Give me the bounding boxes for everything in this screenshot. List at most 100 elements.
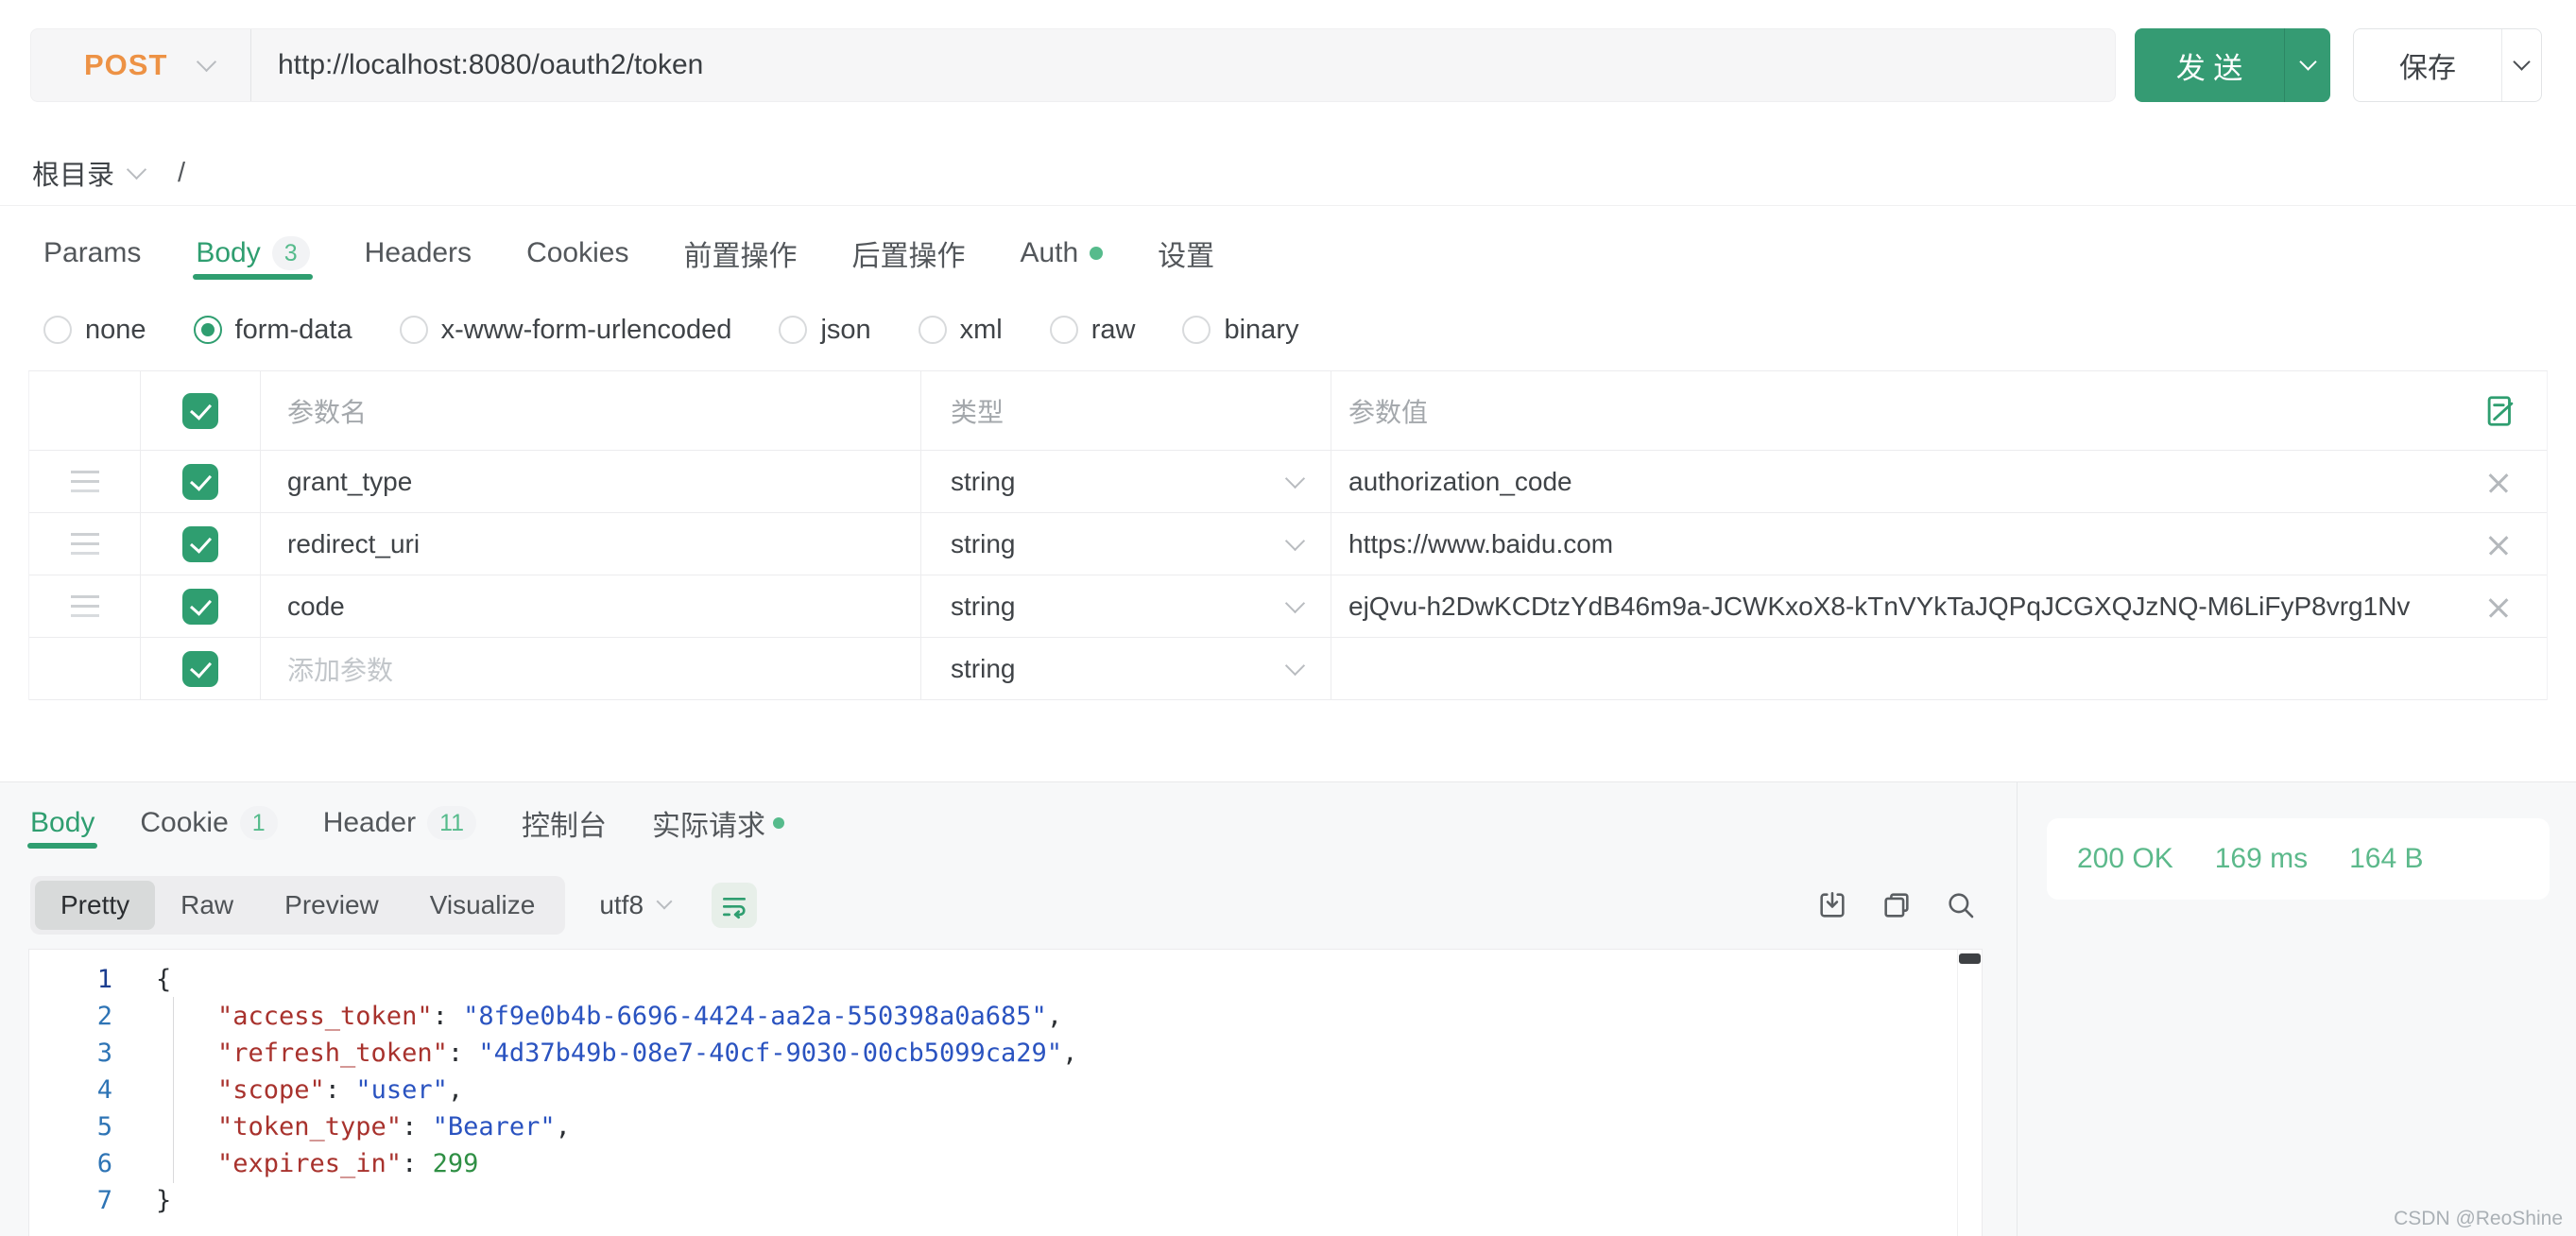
auth-status-dot — [1090, 247, 1103, 260]
add-param-placeholder: 添加参数 — [287, 650, 393, 688]
param-type-select[interactable]: string — [921, 575, 1331, 637]
radio-x-www-form-urlencoded[interactable]: x-www-form-urlencoded — [400, 315, 732, 346]
encoding-select[interactable]: utf8 — [599, 890, 670, 920]
json-colon: : — [402, 1149, 433, 1178]
json-key: "scope" — [217, 1075, 325, 1105]
view-pretty-button[interactable]: Pretty — [35, 881, 155, 930]
drag-handle-icon[interactable] — [71, 533, 99, 555]
scrollbar-thumb[interactable] — [1959, 953, 1981, 964]
tab-post-operations[interactable]: 后置操作 — [851, 227, 965, 280]
body-type-selector: none form-data x-www-form-urlencoded jso… — [43, 302, 1298, 357]
tab-headers[interactable]: Headers — [365, 227, 472, 280]
send-button[interactable]: 发 送 — [2135, 28, 2284, 102]
bulk-edit-icon[interactable] — [2482, 393, 2518, 429]
code-text: "refresh_token": "4d37b49b-08e7-40cf-903… — [112, 1035, 1077, 1072]
code-text: { — [112, 961, 171, 998]
save-dropdown-button[interactable] — [2501, 29, 2541, 101]
param-type-select[interactable]: string — [921, 638, 1331, 699]
remove-row-icon[interactable] — [2484, 592, 2513, 621]
tab-headers-label: Headers — [365, 237, 472, 269]
response-tab-console[interactable]: 控制台 — [522, 798, 607, 849]
response-tab-actual-request-label: 实际请求 — [652, 802, 765, 844]
response-tab-body[interactable]: Body — [30, 798, 94, 849]
tab-body[interactable]: Body 3 — [196, 227, 309, 280]
response-tab-actual-request[interactable]: 实际请求 — [652, 798, 784, 849]
url-row: POST http://localhost:8080/oauth2/token … — [30, 28, 2542, 102]
row-checkbox[interactable] — [182, 589, 218, 625]
code-text: "expires_in": 299 — [112, 1145, 478, 1182]
params-table: 参数名 类型 参数值 — [28, 370, 2548, 700]
tab-cookies[interactable]: Cookies — [526, 227, 628, 280]
word-wrap-button[interactable] — [712, 883, 757, 928]
param-name-cell[interactable]: code — [261, 575, 921, 637]
word-wrap-icon — [719, 890, 749, 920]
copy-icon[interactable] — [1880, 889, 1913, 921]
param-type-select[interactable]: string — [921, 513, 1331, 575]
param-name-cell[interactable]: grant_type — [261, 451, 921, 512]
radio-binary-label: binary — [1224, 315, 1298, 346]
code-line: 2"access_token": "8f9e0b4b-6696-4424-aa2… — [29, 998, 1982, 1035]
download-icon[interactable] — [1816, 889, 1848, 921]
response-tab-cookie[interactable]: Cookie 1 — [140, 798, 277, 849]
view-preview-button[interactable]: Preview — [259, 881, 404, 930]
param-value-cell[interactable]: ejQvu-h2DwKCDtzYdB46m9a-JCWKxoX8-kTnVYkT… — [1331, 575, 2547, 637]
remove-row-icon[interactable] — [2484, 530, 2513, 558]
row-checkbox[interactable] — [182, 526, 218, 562]
send-dropdown-button[interactable] — [2284, 28, 2330, 102]
method-select[interactable]: POST — [31, 29, 250, 101]
radio-xml[interactable]: xml — [919, 315, 1003, 346]
tab-auth[interactable]: Auth — [1020, 227, 1103, 280]
radio-form-data[interactable]: form-data — [194, 315, 352, 346]
drag-cell — [29, 638, 141, 699]
radio-xml-label: xml — [960, 315, 1003, 346]
radio-icon — [1182, 316, 1211, 344]
radio-raw-label: raw — [1091, 315, 1136, 346]
drag-handle-icon[interactable] — [71, 595, 99, 617]
row-checkbox[interactable] — [182, 464, 218, 500]
param-type-select[interactable]: string — [921, 451, 1331, 512]
remove-row-icon[interactable] — [2484, 468, 2513, 496]
param-value-cell[interactable] — [1331, 638, 2547, 699]
add-param-cell[interactable]: 添加参数 — [261, 638, 921, 699]
response-tab-console-label: 控制台 — [522, 802, 607, 844]
view-raw-button[interactable]: Raw — [155, 881, 259, 930]
breadcrumb-root-select[interactable]: 根目录 — [32, 153, 144, 193]
chevron-down-icon — [1285, 592, 1305, 612]
scrollbar-track[interactable] — [1957, 950, 1982, 1236]
param-value-cell[interactable]: https://www.baidu.com — [1331, 513, 2547, 575]
search-icon[interactable] — [1945, 889, 1977, 921]
actual-request-status-dot — [773, 817, 784, 829]
response-tab-header[interactable]: Header 11 — [323, 798, 476, 849]
radio-raw[interactable]: raw — [1050, 315, 1136, 346]
checkbox-cell — [141, 575, 261, 637]
view-visualize-button[interactable]: Visualize — [404, 881, 561, 930]
line-number: 1 — [29, 961, 112, 998]
column-header-value: 参数值 — [1331, 371, 2547, 450]
tab-params[interactable]: Params — [43, 227, 141, 280]
param-type: string — [951, 654, 1015, 684]
row-checkbox[interactable] — [182, 651, 218, 687]
breadcrumb: 根目录 / — [32, 153, 185, 193]
tab-settings[interactable]: 设置 — [1158, 227, 1214, 280]
tab-body-count-badge: 3 — [272, 236, 310, 270]
radio-binary[interactable]: binary — [1182, 315, 1298, 346]
save-button[interactable]: 保存 — [2354, 29, 2501, 101]
drag-handle-icon[interactable] — [71, 471, 99, 492]
url-input[interactable]: http://localhost:8080/oauth2/token — [251, 49, 2115, 81]
radio-none[interactable]: none — [43, 315, 146, 346]
param-type: string — [951, 592, 1015, 622]
param-value-cell[interactable]: authorization_code — [1331, 451, 2547, 512]
select-all-checkbox[interactable] — [182, 393, 218, 429]
json-comma: , — [448, 1075, 463, 1105]
radio-json[interactable]: json — [779, 315, 870, 346]
param-name-cell[interactable]: redirect_uri — [261, 513, 921, 575]
column-header-type: 类型 — [921, 371, 1331, 450]
radio-icon — [400, 316, 428, 344]
line-number: 7 — [29, 1182, 112, 1219]
response-status-card: 200 OK 169 ms 164 B — [2047, 818, 2550, 900]
json-value: "user" — [355, 1075, 448, 1105]
code-text: "token_type": "Bearer", — [112, 1108, 571, 1145]
tab-pre-operations[interactable]: 前置操作 — [683, 227, 797, 280]
line-number: 3 — [29, 1035, 112, 1072]
radio-selected-icon — [194, 316, 222, 344]
